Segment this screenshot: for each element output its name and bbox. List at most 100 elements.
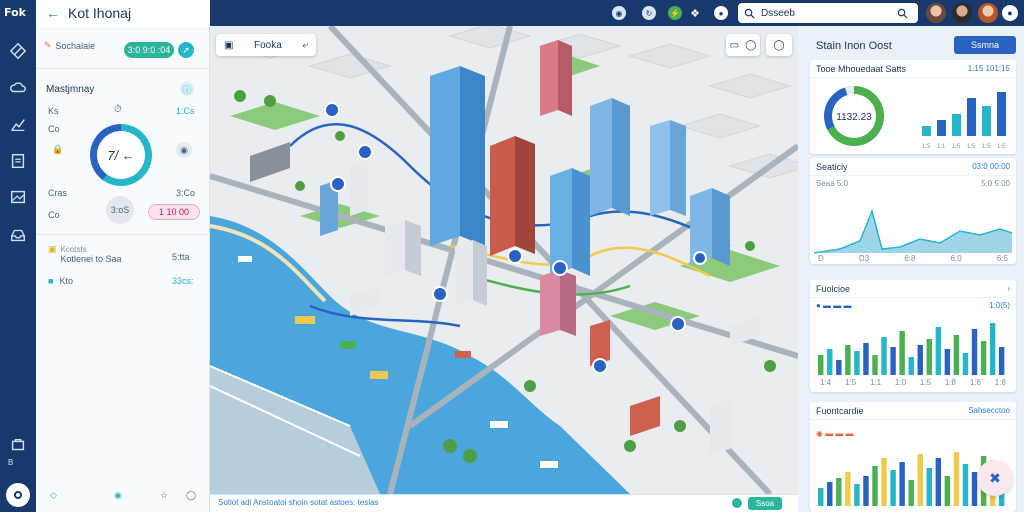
bar (998, 347, 1005, 375)
settings-icon[interactable] (7, 434, 29, 456)
bar (827, 349, 833, 375)
tick-label: 1:5 (982, 144, 991, 150)
progress-ring: 7/ ← (90, 124, 152, 186)
list-item[interactable]: ▣ Kcotsts Kotlenei to Saa (48, 244, 122, 264)
bar-chart (818, 323, 1005, 375)
card-sub-row: Seaa 5:0 5:0 5:00 (810, 176, 1016, 191)
bar (935, 327, 942, 375)
document-icon[interactable] (7, 150, 29, 172)
row-value-1: 1:Cs (176, 106, 195, 116)
bar (881, 337, 887, 375)
chevron-icon[interactable]: › (1007, 284, 1010, 293)
arrow-icon[interactable]: ➚ (178, 42, 194, 58)
header-badge[interactable]: 3:0 9:0 :04 (124, 42, 174, 58)
search-icon[interactable] (897, 8, 908, 19)
bar (908, 480, 914, 506)
navigation-rail: Fok B (0, 0, 36, 512)
bar-card: Fuolcioe › ● ▬ ▬ ▬ 1:0(5) 1:4 1:5 1:1 1:0 1:5… (810, 280, 1016, 392)
sparkle-icon: ✖ (989, 469, 1001, 486)
search-input[interactable] (761, 7, 891, 19)
user-avatar-1[interactable] (926, 3, 946, 23)
location-icon: ◯ (773, 39, 785, 51)
bar (890, 470, 896, 506)
city-map[interactable]: ▣ Fooka ⤶ ▭ ◯ ◯ (210, 26, 798, 494)
pencil-icon[interactable]: ✎ (44, 40, 52, 51)
circle-icon[interactable]: ● (714, 6, 728, 20)
dot-icon[interactable]: ◉ (114, 490, 122, 501)
tick-label: 6:5 (996, 254, 1008, 263)
bar (872, 466, 878, 506)
info-icon[interactable]: ⓘ (180, 82, 194, 96)
list-value: 5:tta (172, 252, 190, 262)
user-avatar-3[interactable] (978, 3, 998, 23)
collapse-icon[interactable]: ⤶ (302, 40, 308, 51)
bar (881, 458, 887, 506)
multi-bar-card: Fuontcardie Sahsecctoo ◉ ▬ ▬ ▬ (810, 402, 1016, 512)
lock-icon: 🔒 (52, 144, 64, 154)
card-right-label: Sahsecctoo (968, 406, 1010, 415)
ring-pill[interactable]: 3:oS (106, 196, 134, 224)
bar (863, 476, 869, 506)
bar (917, 454, 923, 506)
pin-icon[interactable]: ❖ (688, 6, 702, 20)
list-item[interactable]: ■ Kto (48, 276, 73, 286)
image-icon[interactable] (7, 186, 29, 208)
map-search-button[interactable]: ▣ Fooka ⤶ (216, 34, 316, 56)
back-arrow-icon[interactable]: ← (46, 5, 60, 21)
bolt-icon[interactable]: ⚡ (668, 6, 682, 20)
location-button[interactable]: ◯ (766, 34, 792, 56)
bar (953, 452, 960, 506)
bar (967, 98, 976, 136)
chat-icon[interactable]: ◯ (186, 490, 196, 501)
search-icon-left (744, 8, 755, 19)
assistant-fab[interactable]: ✖ (977, 460, 1013, 496)
folder-icon: ▣ (48, 244, 57, 254)
card-sub-row: ● ▬ ▬ ▬ 1:0(5) (810, 298, 1016, 313)
page-title-box: ← Kot Ihonaj (36, 0, 210, 26)
card-title: Seaticiy (816, 161, 848, 172)
search-box[interactable] (738, 3, 918, 23)
bar (818, 355, 824, 375)
cloud-icon[interactable] (7, 76, 29, 98)
chart-icon[interactable] (7, 114, 29, 136)
eye-icon[interactable]: ◉ (612, 6, 626, 20)
cat-icon[interactable]: ◉ (176, 142, 192, 158)
panel-action-button[interactable]: Ssmna (954, 36, 1016, 54)
bar (926, 339, 932, 375)
bar (926, 468, 932, 506)
diamond-small-icon[interactable]: ◇ (50, 490, 57, 501)
user-avatar[interactable] (6, 483, 30, 507)
left-panel: ✎ Sochalaie 3:0 9:0 :04 ➚ Mastjmnay ⓘ Ks… (36, 26, 210, 512)
card-header: Tooe Mhouedaat Satts 1:15 101:15 (810, 60, 1016, 78)
map-search-label: Fooka (254, 39, 282, 51)
section-title: Mastjmnay (46, 84, 95, 95)
refresh-icon[interactable]: ↻ (642, 6, 656, 20)
tick-label: 1:8 (944, 378, 956, 387)
bar (899, 331, 905, 375)
bar-group: 1:5 1:1 1:5 1:5 1:5 1:5 (922, 92, 1006, 150)
bar (827, 482, 833, 506)
pink-pill[interactable]: 1 10 00 (148, 204, 200, 220)
status-button[interactable]: Ssoa (748, 497, 782, 510)
card-header: Fuolcioe › (810, 280, 1016, 298)
inbox-icon[interactable] (7, 224, 29, 246)
tick-label: 1:1 (937, 144, 946, 150)
row-label-1: Ks (48, 106, 59, 116)
bar (962, 464, 969, 506)
fullscreen-button[interactable]: ▭ ◯ (726, 34, 760, 56)
diamond-icon[interactable] (7, 40, 29, 62)
tick-label: 1:4 (820, 378, 832, 387)
notification-icon[interactable]: ● (1002, 5, 1018, 21)
bar (971, 329, 978, 375)
tick-label: D (818, 254, 824, 263)
user-avatar-2[interactable] (952, 3, 972, 23)
bar (863, 343, 869, 375)
tree-icon[interactable]: ☆ (160, 490, 168, 501)
map-status-bar: Sotlot adi Anstoatoi shoin sotat astoes:… (210, 494, 798, 512)
card-right-label: 1:15 101:15 (967, 64, 1010, 73)
brand-logo: Fok (4, 6, 26, 19)
bar (836, 360, 842, 375)
version-label: B (8, 458, 14, 467)
row-value-3: 3:Co (176, 188, 196, 198)
bar (953, 335, 960, 375)
